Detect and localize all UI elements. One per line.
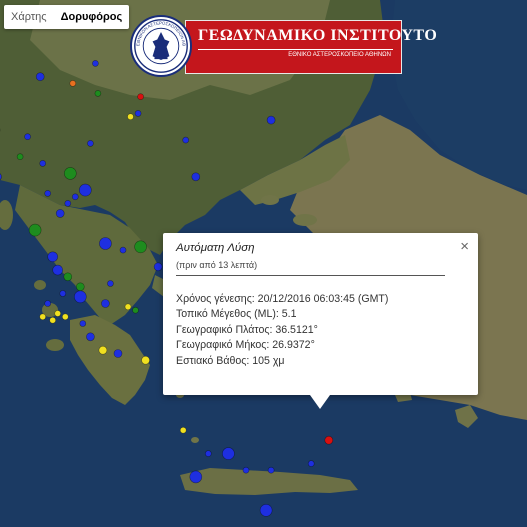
popup-time-ago: (πριν από 13 λεπτά) (176, 260, 258, 270)
earthquake-marker-green[interactable] (134, 240, 147, 254)
earthquake-marker-yellow[interactable] (179, 426, 187, 434)
earthquake-marker-blue[interactable] (191, 172, 201, 182)
earthquake-marker-blue[interactable] (222, 447, 235, 460)
earthquake-marker-blue[interactable] (182, 136, 189, 144)
earthquake-marker-blue[interactable] (64, 200, 72, 207)
earthquake-marker-blue[interactable] (35, 72, 45, 81)
earthquake-marker-blue[interactable] (92, 60, 99, 67)
earthquake-marker-blue[interactable] (59, 290, 67, 297)
longitude: Γεωγραφικό Μήκος: 26.9372° (176, 339, 315, 352)
earthquake-marker-yellow[interactable] (127, 113, 134, 120)
earthquake-marker-blue[interactable] (134, 110, 142, 117)
earthquake-marker-blue[interactable] (55, 209, 65, 218)
earthquake-marker-green[interactable] (63, 272, 73, 282)
popup-heading: Αυτόματη Λύση (176, 242, 255, 254)
map-type-control: Χάρτης Δορυφόρος (4, 5, 130, 29)
earthquake-marker-red[interactable] (324, 435, 334, 445)
earthquake-marker-blue[interactable] (39, 160, 47, 167)
earthquake-marker-blue[interactable] (113, 349, 123, 358)
earthquake-marker-yellow[interactable] (54, 310, 62, 317)
earthquake-marker-blue[interactable] (119, 246, 127, 254)
earthquake-marker-blue[interactable] (79, 183, 92, 197)
earthquake-marker-blue[interactable] (74, 290, 87, 304)
earthquake-marker-blue[interactable] (87, 140, 94, 147)
latitude: Γεωγραφικό Πλάτος: 36.5121° (176, 323, 318, 336)
earthquake-marker-yellow[interactable] (39, 313, 47, 321)
popup-divider (176, 275, 445, 276)
earthquake-marker-blue[interactable] (153, 262, 163, 272)
logo-banner: ΓΕΩΔΥΝΑΜΙΚΟ ΙΝΣΤΙΤΟΥΤΟ ΕΘΝΙΚΟ ΑΣΤΕΡΟΣΚΟΠ… (185, 20, 437, 74)
earthquake-marker-green[interactable] (16, 153, 24, 160)
seal-icon: ΕΘΝΙΚΟΝ ΑΣΤΕΡΟΣΚΟΠΕΙΟΝ ΑΘΗΝΩΝ (130, 15, 192, 77)
earthquake-marker-green[interactable] (94, 90, 102, 97)
earthquake-marker-blue[interactable] (44, 190, 52, 197)
earthquake-marker-blue[interactable] (101, 299, 110, 308)
earthquake-marker-red[interactable] (137, 93, 144, 100)
earthquake-marker-blue[interactable] (99, 237, 112, 250)
info-popup: × Αυτόματη Λύση (πριν από 13 λεπτά) Χρόν… (163, 233, 478, 409)
earthquake-marker-orange[interactable] (69, 80, 77, 87)
earthquake-marker-yellow[interactable] (98, 345, 108, 355)
earthquake-marker-blue[interactable] (267, 466, 275, 474)
earthquake-marker-blue[interactable] (52, 264, 64, 276)
earthquake-marker-blue[interactable] (79, 320, 87, 327)
earthquake-marker-yellow[interactable] (124, 303, 132, 311)
earthquake-marker-yellow[interactable] (62, 313, 69, 321)
logo-rule (198, 49, 393, 50)
earthquake-marker-blue[interactable] (242, 466, 250, 474)
earthquake-marker-blue[interactable] (205, 450, 212, 457)
earthquake-marker-green[interactable] (132, 306, 139, 314)
institute-logo: ΓΕΩΔΥΝΑΜΙΚΟ ΙΝΣΤΙΤΟΥΤΟ ΕΘΝΙΚΟ ΑΣΤΕΡΟΣΚΟΠ… (130, 15, 437, 77)
earthquake-marker-blue[interactable] (86, 332, 95, 342)
close-icon[interactable]: × (460, 239, 469, 254)
focal-depth: Εστιακό Βάθος: 105 χμ (176, 354, 285, 367)
origin-time: Χρόνος γένεσης: 20/12/2016 06:03:45 (GMT… (176, 293, 389, 305)
earthquake-marker-yellow[interactable] (141, 355, 150, 365)
earthquake-marker-blue[interactable] (259, 503, 273, 517)
logo-title: ΓΕΩΔΥΝΑΜΙΚΟ ΙΝΣΤΙΤΟΥΤΟ (198, 27, 438, 44)
map-type-map-button[interactable]: Χάρτης (4, 5, 54, 29)
earthquake-marker-blue[interactable] (266, 115, 276, 125)
earthquake-marker-blue[interactable] (107, 280, 114, 287)
earthquake-marker-blue[interactable] (189, 470, 203, 484)
logo-subtitle: ΕΘΝΙΚΟ ΑΣΤΕΡΟΣΚΟΠΕΙΟ ΑΘΗΝΩΝ (288, 52, 391, 58)
earthquake-marker-blue[interactable] (72, 193, 79, 201)
local-magnitude: Τοπικό Μέγεθος (ML): 5.1 (176, 308, 297, 321)
earthquake-marker-green[interactable] (76, 282, 85, 292)
map-type-satellite-button[interactable]: Δορυφόρος (54, 5, 130, 29)
popup-details: Χρόνος γένεσης: 20/12/2016 06:03:45 (GMT… (176, 292, 388, 369)
earthquake-marker-blue[interactable] (44, 300, 52, 307)
earthquake-marker-blue[interactable] (24, 133, 31, 140)
earthquake-marker-blue[interactable] (307, 460, 315, 467)
earthquake-marker-green[interactable] (64, 167, 77, 180)
earthquake-marker-green[interactable] (28, 223, 42, 237)
earthquake-marker-blue[interactable] (47, 251, 59, 263)
earthquake-marker-yellow[interactable] (49, 316, 57, 324)
